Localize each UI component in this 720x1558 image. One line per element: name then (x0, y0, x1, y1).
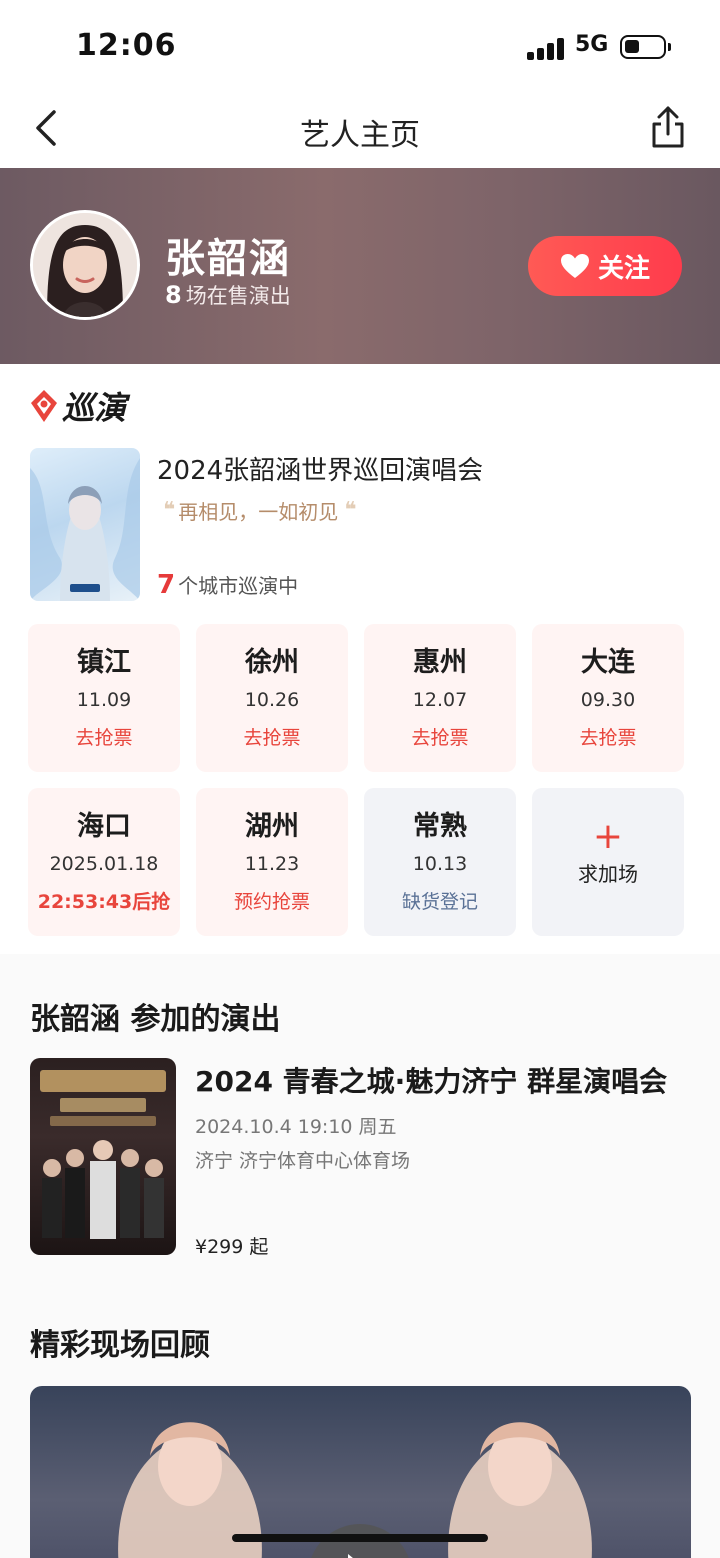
add-show-label: 求加场 (578, 862, 638, 886)
city-action: 去抢票 (75, 727, 133, 749)
city-countdown: 22:53:43后抢 (37, 891, 171, 913)
artist-name: 张韶涵 (165, 236, 291, 282)
highlight-video-thumbnail[interactable] (30, 1386, 691, 1558)
status-time: 12:06 (76, 28, 177, 63)
tour-poster-image[interactable] (30, 448, 140, 601)
city-name: 徐州 (245, 647, 299, 678)
show-count-label: 场在售演出 (185, 284, 291, 308)
city-name: 惠州 (413, 647, 467, 678)
tour-city-count-number: 7 (157, 570, 176, 600)
share-button[interactable] (646, 104, 690, 152)
performance-price: ¥299 起 (195, 1236, 269, 1258)
city-date: 10.13 (412, 853, 468, 875)
city-action: 缺货登记 (401, 891, 478, 913)
plus-icon: + (592, 816, 624, 857)
city-action: 去抢票 (579, 727, 637, 749)
tour-city-count: 7 个城市巡演中 (157, 570, 298, 600)
home-indicator (232, 1534, 488, 1542)
city-name: 镇江 (77, 647, 131, 678)
performances-section-title: 张韶涵 参加的演出 (30, 1002, 281, 1037)
tour-city-count-label: 个城市巡演中 (178, 574, 299, 598)
show-count: 8 场在售演出 (165, 280, 291, 310)
tour-title[interactable]: 2024张韶涵世界巡回演唱会 (157, 450, 483, 487)
heart-icon (560, 254, 589, 278)
avatar (30, 210, 140, 320)
city-card-huzhou[interactable]: 湖州 11.23 预约抢票 (196, 788, 348, 936)
performance-venue: 济宁 济宁体育中心体育场 (195, 1150, 411, 1172)
quote-open-icon: ❛❛ (163, 498, 175, 523)
tour-quote-text: 再相见，一如初见 (178, 500, 339, 524)
city-date: 09.30 (580, 689, 636, 711)
city-card-dalian[interactable]: 大连 09.30 去抢票 (532, 624, 684, 772)
share-icon (652, 106, 684, 148)
city-date: 11.09 (76, 689, 132, 711)
city-date: 12.07 (412, 689, 468, 711)
city-date: 11.23 (244, 853, 300, 875)
city-action: 预约抢票 (233, 891, 310, 913)
tour-quote: ❛❛ 再相见，一如初见 ❛❛ (157, 496, 360, 525)
city-name: 常熟 (413, 811, 467, 842)
city-name: 海口 (77, 811, 131, 842)
tour-section-label: 巡演 (62, 389, 127, 427)
city-card-changshu[interactable]: 常熟 10.13 缺货登记 (364, 788, 516, 936)
tour-card: 巡演 2024张韶涵世界巡回演唱会 ❛❛ 再相见，一如初见 ❛❛ 7 个城市巡演中… (0, 364, 720, 954)
artist-header: 张韶涵 8 场在售演出 关注 (0, 168, 720, 364)
page-title: 艺人主页 (300, 118, 420, 153)
follow-button[interactable]: 关注 (528, 236, 682, 296)
performance-poster-image[interactable] (30, 1058, 176, 1255)
city-card-xuzhou[interactable]: 徐州 10.26 去抢票 (196, 624, 348, 772)
show-count-number: 8 (165, 281, 182, 309)
city-action: 去抢票 (411, 727, 469, 749)
follow-label: 关注 (597, 253, 650, 284)
status-bar: 12:06 5G (0, 0, 720, 90)
signal-icon (527, 38, 565, 60)
battery-icon (620, 35, 671, 59)
tour-header: 巡演 (30, 386, 127, 427)
performance-time: 2024.10.4 19:10 周五 (195, 1116, 397, 1138)
performance-title[interactable]: 2024 青春之城·魅力济宁 群星演唱会 (195, 1060, 667, 1100)
city-card-huizhou[interactable]: 惠州 12.07 去抢票 (364, 624, 516, 772)
city-card-haikou[interactable]: 海口 2025.01.18 22:53:43后抢 (28, 788, 180, 936)
city-name: 大连 (581, 647, 635, 678)
tour-logo-icon (31, 390, 57, 422)
highlights-section-title: 精彩现场回顾 (30, 1328, 210, 1363)
nav-bar: 艺人主页 (0, 90, 720, 168)
city-date: 2025.01.18 (49, 853, 159, 875)
add-show-button[interactable]: + 求加场 (532, 788, 684, 936)
quote-close-icon: ❛❛ (344, 498, 356, 523)
city-action: 去抢票 (243, 727, 301, 749)
city-name: 湖州 (245, 811, 299, 842)
city-date: 10.26 (244, 689, 300, 711)
content: 巡演 2024张韶涵世界巡回演唱会 ❛❛ 再相见，一如初见 ❛❛ 7 个城市巡演中… (0, 364, 720, 1558)
network-label: 5G (575, 32, 609, 57)
city-card-zhenjiang[interactable]: 镇江 11.09 去抢票 (28, 624, 180, 772)
